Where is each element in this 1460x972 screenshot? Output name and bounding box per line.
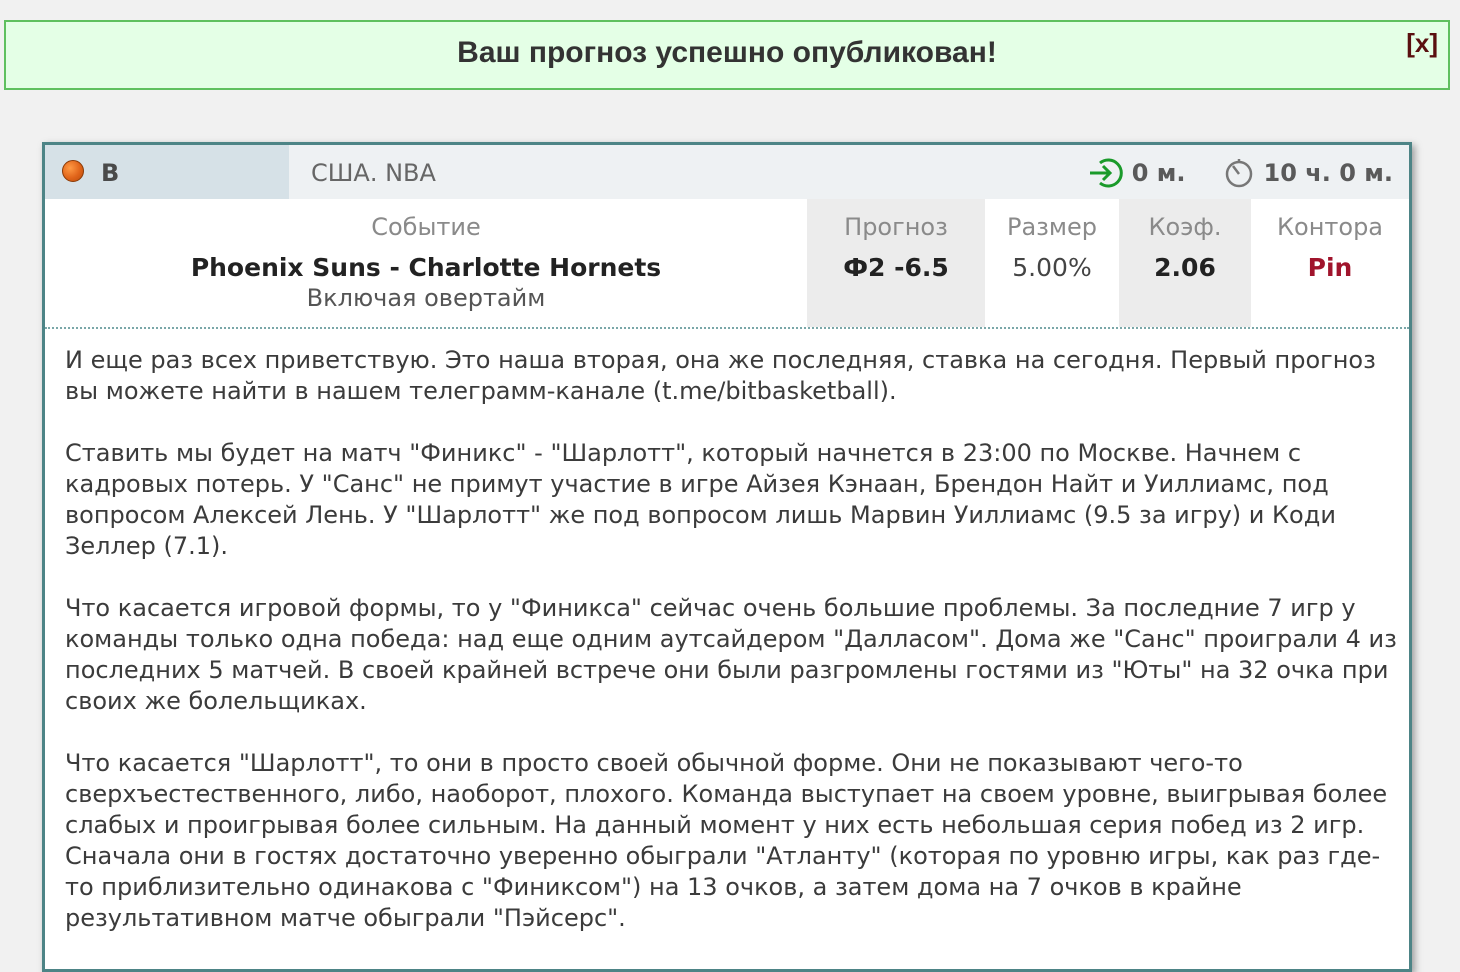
odds-value: 2.06 xyxy=(1154,253,1216,282)
forecast-row: Событие Phoenix Suns - Charlotte Hornets… xyxy=(45,199,1409,329)
sport-label: В xyxy=(101,159,120,187)
forecast-description: И еще раз всех приветствую. Это наша вто… xyxy=(65,345,1405,965)
event-note: Включая овертайм xyxy=(306,284,546,312)
description-paragraph: Что касается "Шарлотт", то они в просто … xyxy=(65,749,1388,932)
forecast-header: Прогноз xyxy=(844,213,948,241)
odds-header: Коэф. xyxy=(1148,213,1222,241)
size-column: Размер 5.00% xyxy=(985,199,1119,327)
card-header: В США. NBA 0 м. 10 ч. 0 м. xyxy=(45,145,1409,199)
timer-icon xyxy=(1222,157,1256,189)
description-paragraph: И еще раз всех приветствую. Это наша вто… xyxy=(65,346,1376,405)
forecast-value: Ф2 -6.5 xyxy=(843,253,949,282)
success-notice: Ваш прогноз успешно опубликован! [x] xyxy=(4,20,1450,90)
size-value: 5.00% xyxy=(1012,253,1092,282)
notice-close-button[interactable]: [x] xyxy=(1406,28,1438,59)
forecast-card: В США. NBA 0 м. 10 ч. 0 м. Событие Phoen… xyxy=(42,142,1412,972)
notice-message: Ваш прогноз успешно опубликован! xyxy=(457,36,997,69)
entry-time: 0 м. xyxy=(1131,159,1186,187)
time-left: 10 ч. 0 м. xyxy=(1263,159,1394,187)
description-paragraph: Ставить мы будет на матч "Финикс" - "Шар… xyxy=(65,439,1336,560)
event-column: Событие Phoenix Suns - Charlotte Hornets… xyxy=(45,199,807,327)
bookie-header: Контора xyxy=(1276,213,1384,241)
bookie-value[interactable]: Pin xyxy=(1251,253,1409,282)
odds-column: Коэф. 2.06 xyxy=(1119,199,1251,327)
description-paragraph: Что касается игровой формы, то у "Финикс… xyxy=(65,594,1397,715)
forecast-column: Прогноз Ф2 -6.5 xyxy=(807,199,985,327)
event-header: Событие xyxy=(371,213,481,241)
league-name[interactable]: США. NBA xyxy=(311,159,436,187)
size-header: Размер xyxy=(1006,213,1098,241)
event-name[interactable]: Phoenix Suns - Charlotte Hornets xyxy=(45,253,807,282)
sport-cell: В xyxy=(45,145,289,199)
header-meta: 0 м. 10 ч. 0 м. xyxy=(1088,157,1393,189)
entry-arrow-icon xyxy=(1088,157,1124,189)
bookie-column: Контора Pin xyxy=(1251,199,1409,327)
basketball-icon xyxy=(62,160,84,182)
